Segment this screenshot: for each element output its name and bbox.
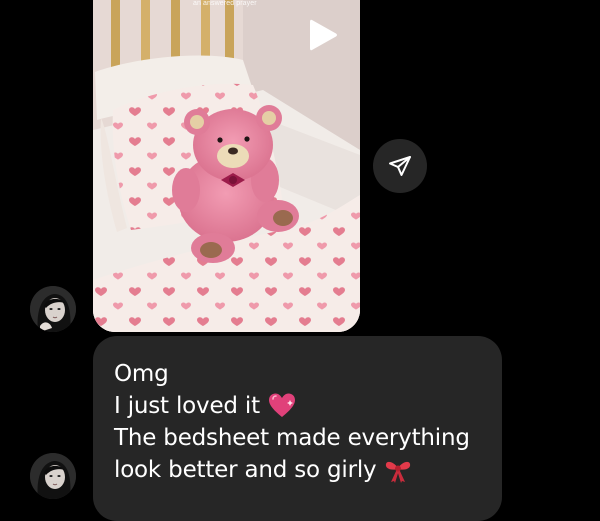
- message-text: I just loved it: [114, 393, 260, 419]
- message-text: Omg: [114, 361, 169, 387]
- message-line: The bedsheet made everything: [114, 422, 482, 454]
- shared-video-card[interactable]: an answered prayer: [93, 0, 360, 332]
- message-text: look better and so girly: [114, 457, 377, 483]
- avatar-image: [30, 453, 76, 499]
- share-button[interactable]: [373, 139, 427, 193]
- play-icon[interactable]: [308, 17, 338, 53]
- message-line: Omg: [114, 358, 482, 390]
- message-bubble[interactable]: Omg I just loved it The bedsheet made ev…: [93, 336, 502, 521]
- message-line: I just loved it: [114, 390, 482, 422]
- sender-avatar[interactable]: [30, 453, 76, 499]
- send-icon: [389, 156, 411, 176]
- sender-avatar[interactable]: [30, 286, 76, 332]
- message-text: The bedsheet made everything: [114, 425, 470, 451]
- message-line: look better and so girly: [114, 454, 482, 486]
- video-caption: an answered prayer: [193, 0, 257, 7]
- avatar-image: [30, 286, 76, 332]
- sparkling-heart-icon: [268, 392, 296, 420]
- ribbon-icon: [384, 456, 412, 484]
